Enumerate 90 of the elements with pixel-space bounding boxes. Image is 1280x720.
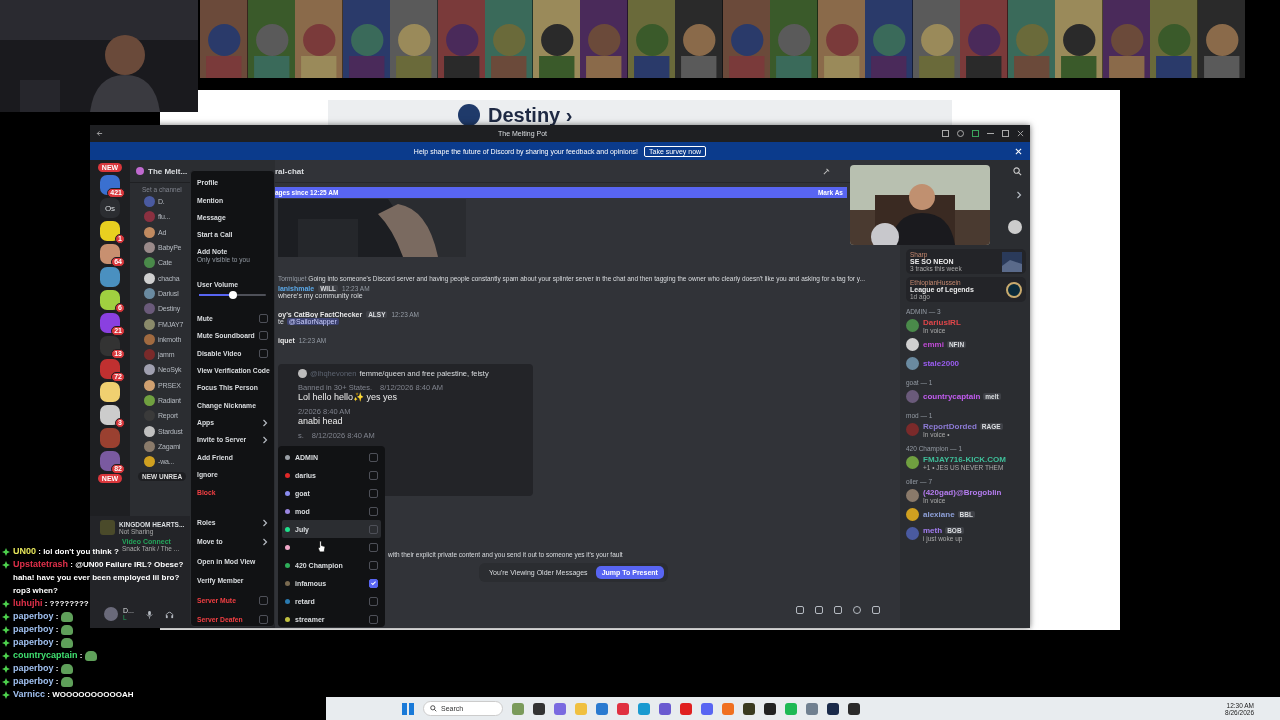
avatar xyxy=(298,369,307,378)
chat-message: luhujhi : ???????? xyxy=(13,597,89,610)
chat-message: paperboy : xyxy=(13,675,59,688)
avatar xyxy=(144,333,155,345)
checkbox[interactable] xyxy=(369,470,378,480)
avatar xyxy=(144,226,155,238)
server-icon[interactable] xyxy=(100,313,120,333)
avatar xyxy=(144,303,155,315)
avatar xyxy=(144,425,155,437)
volume-slider[interactable] xyxy=(199,294,266,297)
chevron-icon xyxy=(262,537,268,546)
chevron-icon xyxy=(262,518,268,527)
avatar xyxy=(144,272,155,284)
avatar xyxy=(144,318,155,330)
search-icon xyxy=(430,705,437,712)
checkbox[interactable] xyxy=(259,615,268,624)
chat-message: Varnicc : WOOOOOOOOOOAH xyxy=(13,688,134,701)
chat-message: paperboy : xyxy=(13,623,59,636)
checkbox[interactable] xyxy=(369,560,378,570)
maximize-icon[interactable] xyxy=(1002,130,1009,137)
avatar[interactable] xyxy=(906,508,919,521)
checkbox[interactable] xyxy=(369,506,378,516)
back-arrow-icon[interactable] xyxy=(96,130,103,137)
app-icon[interactable] xyxy=(848,702,860,715)
chat-message: UN00 : lol don't you think ? xyxy=(13,545,119,558)
channel-title: Destiny › xyxy=(488,103,573,127)
checkbox[interactable] xyxy=(369,614,378,624)
member-name[interactable]: meth xyxy=(923,525,943,535)
server-icon[interactable] xyxy=(100,359,120,379)
checkbox[interactable] xyxy=(369,488,378,498)
chat-message: paperboy : xyxy=(13,636,59,649)
member-name[interactable]: emmi xyxy=(923,340,944,349)
server-icon[interactable] xyxy=(100,336,120,356)
close-icon[interactable] xyxy=(1017,130,1024,137)
chat-message: paperboy : xyxy=(13,610,59,623)
avatar[interactable] xyxy=(906,456,919,469)
server-icon[interactable] xyxy=(100,175,120,195)
avatar xyxy=(144,440,155,452)
member-name[interactable]: stale2000 xyxy=(923,359,960,368)
checkbox[interactable] xyxy=(369,452,378,462)
avatar xyxy=(144,287,155,299)
game-logo-icon xyxy=(1006,281,1022,298)
server-icon[interactable] xyxy=(100,382,120,402)
server-icon[interactable] xyxy=(100,221,120,241)
server-icon[interactable]: Os xyxy=(100,198,120,218)
checkbox[interactable] xyxy=(259,595,268,605)
avatar xyxy=(144,395,155,406)
avatar[interactable] xyxy=(906,338,919,351)
avatar xyxy=(144,349,155,361)
app-icon[interactable] xyxy=(743,702,755,715)
server-name[interactable]: The Melt... xyxy=(148,166,188,176)
member-name[interactable]: FMJAY716-KICK.COM xyxy=(923,454,1006,464)
message-text: anabi head xyxy=(298,416,344,426)
avatar xyxy=(144,211,155,223)
member-name[interactable]: (420gad)@Brogoblin xyxy=(923,487,1002,497)
avatar xyxy=(144,196,155,208)
checkbox[interactable] xyxy=(259,348,268,358)
message-text: Lol hello hello✨ yes yes xyxy=(298,392,399,402)
member-name[interactable]: alexiane xyxy=(923,510,955,519)
chevron-icon xyxy=(1016,191,1022,199)
member-name[interactable]: ReportDorded xyxy=(923,421,977,431)
chat-message: countrycaptain : xyxy=(13,649,83,662)
server-icon[interactable] xyxy=(100,290,120,310)
cursor-icon xyxy=(317,540,326,553)
avatar xyxy=(144,257,155,269)
avatar xyxy=(144,379,155,391)
microphone-icon[interactable] xyxy=(144,609,154,619)
avatar xyxy=(144,364,155,376)
avatar[interactable] xyxy=(906,357,919,370)
server-icon[interactable] xyxy=(100,405,120,425)
server-icon[interactable] xyxy=(100,244,120,264)
chat-message: paperboy : xyxy=(13,662,59,675)
chevron-icon xyxy=(262,436,268,444)
server-icon xyxy=(136,167,144,175)
logo-icon xyxy=(458,104,480,126)
avatar xyxy=(144,242,155,254)
checkbox[interactable] xyxy=(259,313,268,323)
checkbox[interactable] xyxy=(369,542,378,552)
chat-message: Upstatetrash : @UN00 Failure IRL? Obese? haha! have you ever been employed lil bro? rop3 when? xyxy=(13,558,185,597)
member-name[interactable]: countrycaptain xyxy=(923,392,981,401)
checkbox[interactable] xyxy=(259,331,268,341)
checkbox[interactable] xyxy=(369,524,378,534)
server-icon[interactable] xyxy=(100,451,120,471)
headphones-icon[interactable] xyxy=(164,609,174,619)
search-icon[interactable] xyxy=(1013,166,1022,176)
windows-logo-icon[interactable] xyxy=(402,702,414,715)
avatar xyxy=(144,456,155,468)
channel-name: ral-chat xyxy=(275,166,304,176)
checkbox[interactable] xyxy=(369,596,378,606)
checkbox[interactable] xyxy=(369,578,378,588)
